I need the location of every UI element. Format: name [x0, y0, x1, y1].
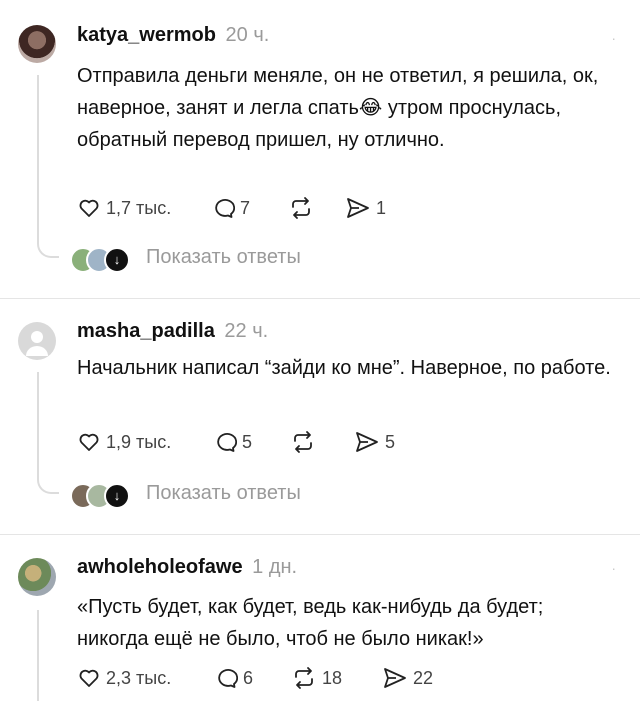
repost-icon: [292, 197, 310, 219]
post-text: «Пусть будет, как будет, ведь как-нибудь…: [77, 596, 544, 650]
chevron-down-icon: ↓: [104, 483, 130, 509]
post-header: awholeholeofawe 1 дн.: [77, 556, 297, 579]
thread-curve: [37, 476, 59, 494]
username[interactable]: awholeholeofawe: [77, 556, 243, 578]
heart-icon: [79, 199, 99, 217]
comment-count: 6: [243, 667, 254, 688]
username[interactable]: masha_padilla: [77, 320, 215, 342]
post-actions: 1,9 тыс. 5 5: [77, 427, 577, 457]
comment-button[interactable]: 5: [213, 427, 252, 457]
repost-count: 18: [322, 667, 343, 688]
username[interactable]: katya_wermob: [77, 24, 216, 46]
repost-button[interactable]: [288, 193, 319, 223]
more-icon[interactable]: ·: [611, 30, 618, 46]
thread-curve: [37, 240, 59, 258]
divider: [0, 534, 640, 535]
default-avatar-icon: [26, 331, 48, 356]
timestamp: 22 ч.: [224, 320, 269, 342]
thread-line: [37, 75, 39, 240]
repost-button[interactable]: [290, 427, 321, 457]
like-count: 1,9 тыс.: [106, 431, 172, 452]
share-count: 5: [385, 431, 396, 452]
post-header: masha_padilla 22 ч.: [77, 320, 268, 343]
share-icon: [347, 198, 369, 218]
thread-line: [37, 610, 39, 701]
show-replies-link[interactable]: Показать ответы: [146, 482, 301, 505]
comment-button[interactable]: 7: [211, 193, 250, 223]
like-count: 2,3 тыс.: [106, 667, 172, 688]
more-icon[interactable]: ·: [611, 560, 618, 576]
comment-count: 7: [240, 197, 251, 218]
share-icon: [384, 668, 406, 688]
repost-button[interactable]: 18: [291, 663, 342, 693]
repost-icon: [295, 667, 313, 689]
comment-icon: [218, 669, 238, 688]
heart-icon: [79, 669, 99, 687]
share-button[interactable]: 22: [382, 663, 433, 693]
avatar[interactable]: [18, 322, 56, 360]
like-button[interactable]: 1,7 тыс.: [77, 193, 171, 223]
post-actions: 1,7 тыс. 7 1: [77, 193, 577, 223]
share-button[interactable]: 5: [354, 427, 395, 457]
like-button[interactable]: 1,9 тыс.: [77, 427, 171, 457]
comment-count: 5: [242, 431, 253, 452]
comment-button[interactable]: 6: [214, 663, 253, 693]
comment-icon: [217, 433, 237, 452]
avatar[interactable]: [18, 558, 56, 596]
like-button[interactable]: 2,3 тыс.: [77, 663, 171, 693]
timestamp: 20 ч.: [225, 24, 270, 46]
repost-icon: [294, 431, 312, 453]
show-replies-link[interactable]: Показать ответы: [146, 246, 301, 269]
chevron-down-icon: ↓: [104, 247, 130, 273]
show-replies-row[interactable]: ↓ Показать ответы: [70, 244, 470, 273]
comment-icon: [215, 199, 235, 218]
post-header: katya_wermob 20 ч.: [77, 24, 269, 47]
post-text: Отправила деньги меняле, он не ответил, …: [77, 65, 599, 151]
share-count: 1: [376, 197, 387, 218]
share-button[interactable]: 1: [345, 193, 386, 223]
share-icon: [356, 432, 378, 452]
post-actions: 2,3 тыс. 6 18 22: [77, 663, 577, 693]
share-count: 22: [413, 667, 434, 688]
show-replies-row[interactable]: ↓ Показать ответы: [70, 480, 470, 509]
post-text: Начальник написал “зайди ко мне”. Наверн…: [77, 357, 611, 379]
timestamp: 1 дн.: [252, 556, 298, 578]
thread-line: [37, 372, 39, 476]
like-count: 1,7 тыс.: [106, 197, 172, 218]
divider: [0, 298, 640, 299]
heart-icon: [79, 433, 99, 451]
avatar[interactable]: [18, 25, 56, 63]
